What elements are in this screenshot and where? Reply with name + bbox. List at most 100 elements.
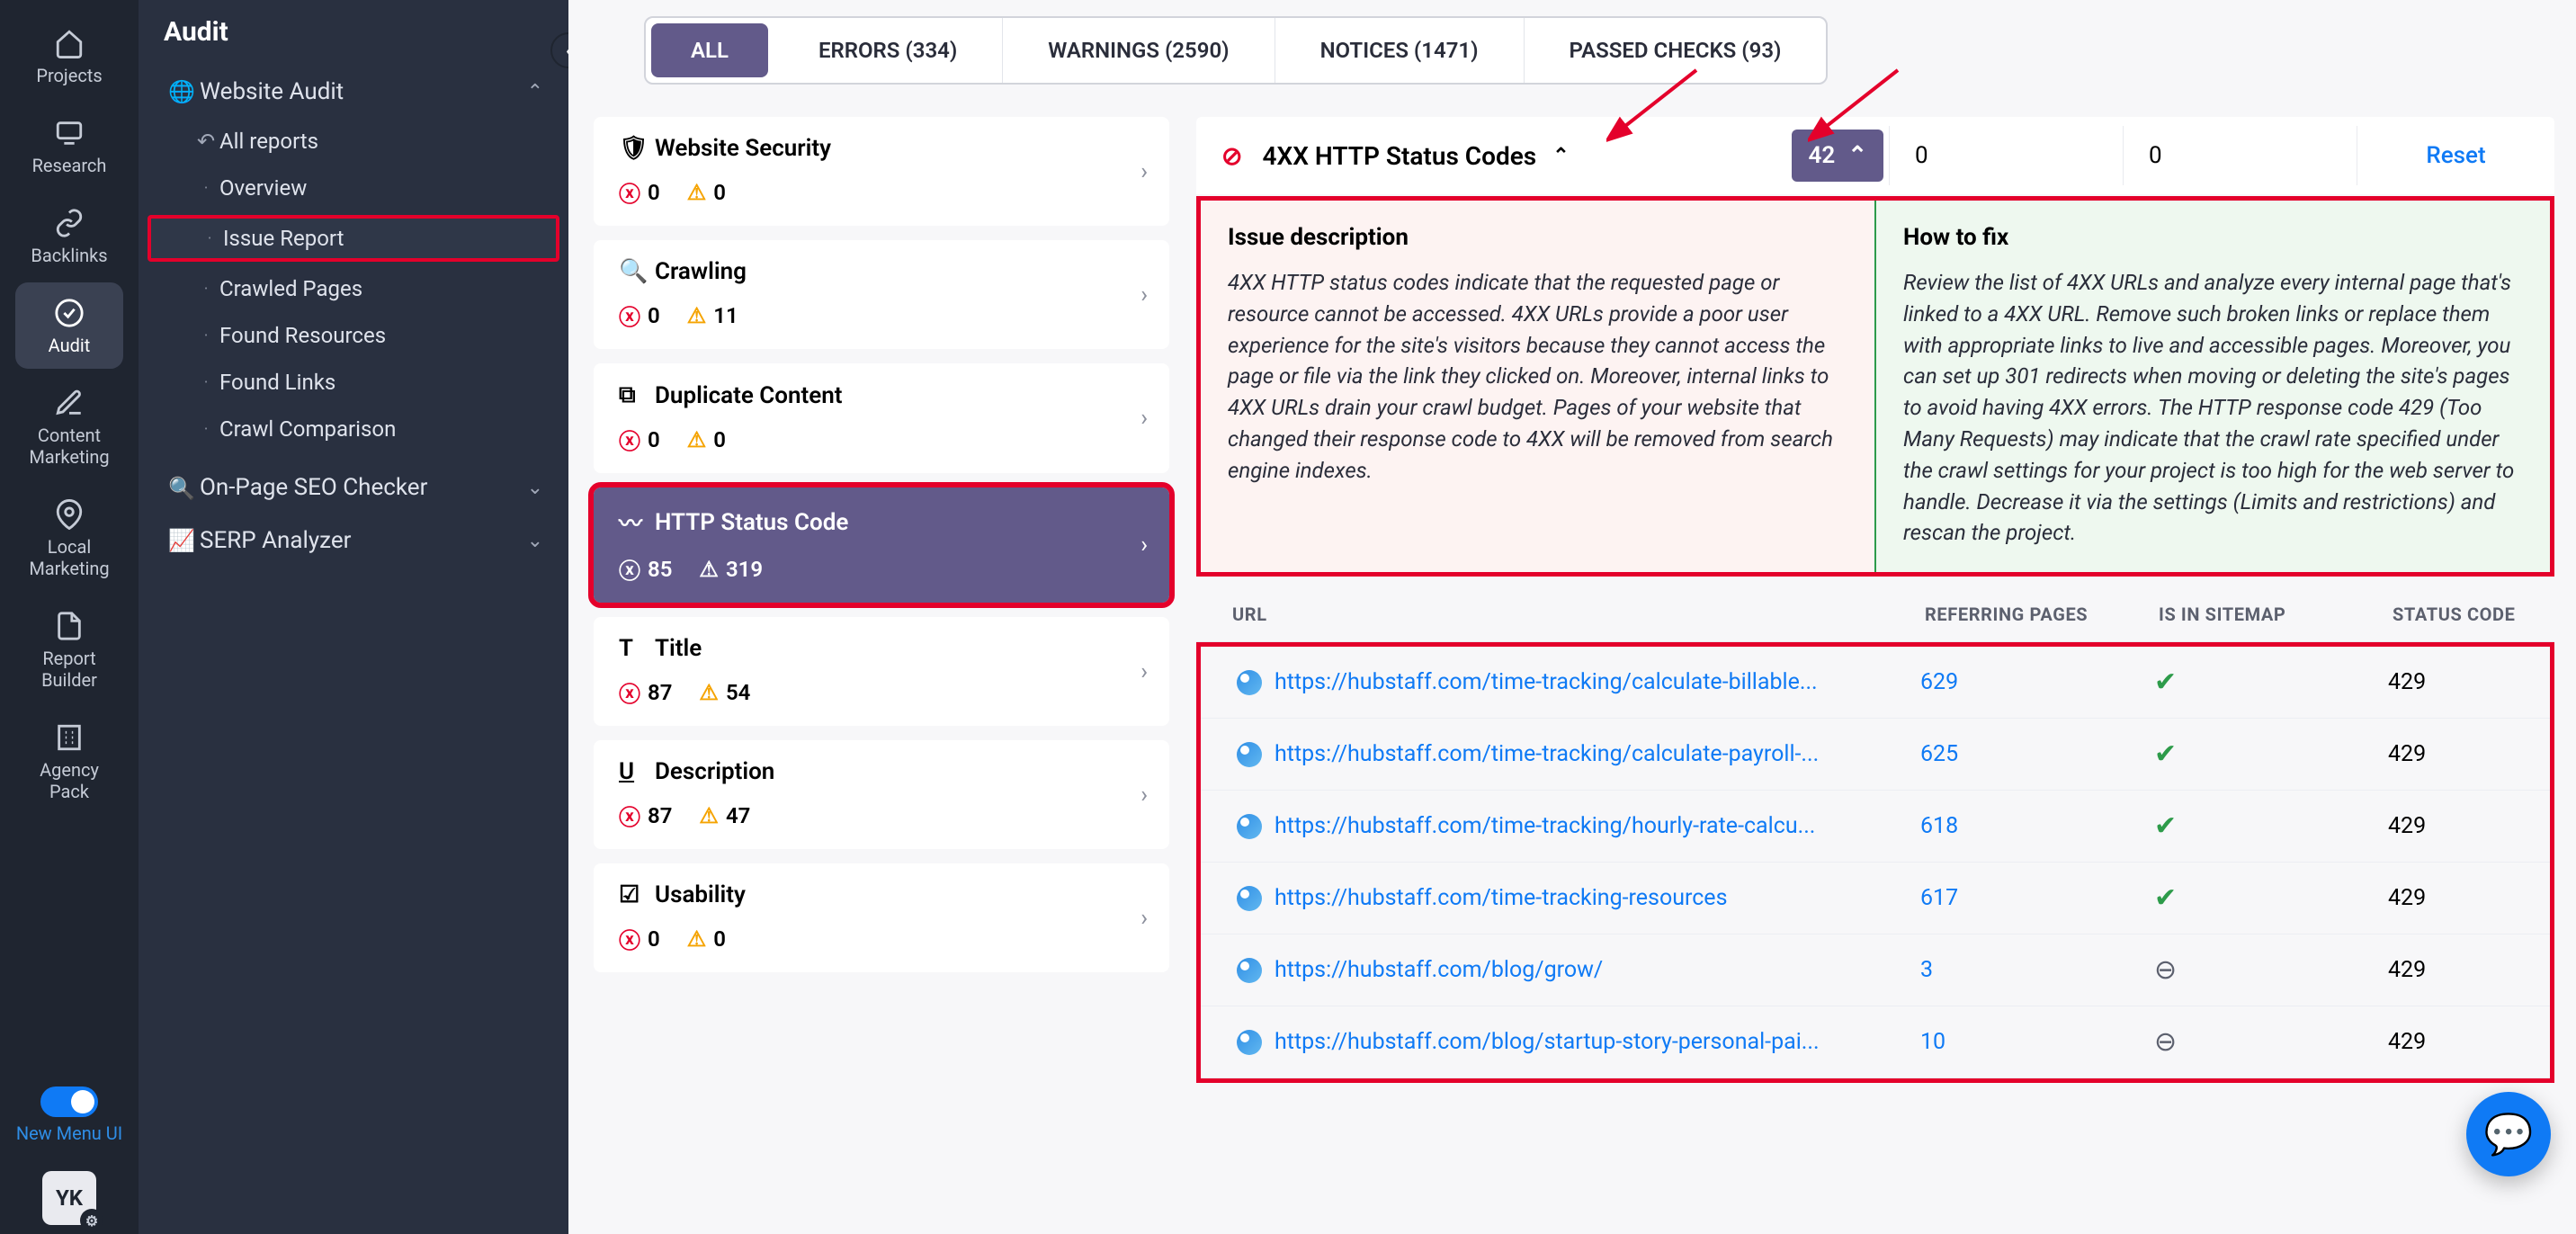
- chat-icon: 💬: [2484, 1111, 2534, 1158]
- col-status[interactable]: STATUS CODE: [2393, 604, 2554, 625]
- category-usability[interactable]: ☑Usability ⓧ0 ⚠0 ›: [594, 863, 1169, 972]
- category-label: Duplicate Content: [655, 382, 843, 409]
- category-label: Website Security: [655, 135, 831, 162]
- cell-url[interactable]: https://hubstaff.com/blog/grow/: [1201, 957, 1920, 983]
- filter-errors[interactable]: ERRORS (334): [774, 18, 1003, 83]
- table-row[interactable]: https://hubstaff.com/time-tracking/calcu…: [1201, 647, 2550, 719]
- user-avatar[interactable]: YK ⚙: [42, 1171, 96, 1225]
- fix-text: Review the list of 4XX URLs and analyze …: [1903, 267, 2523, 549]
- table-row[interactable]: https://hubstaff.com/blog/startup-story-…: [1201, 1006, 2550, 1078]
- category-label: Crawling: [655, 258, 747, 285]
- col-sitemap[interactable]: IS IN SITEMAP: [2159, 604, 2393, 625]
- check-circle-icon: ✔: [2154, 666, 2177, 698]
- filter-passed[interactable]: PASSED CHECKS (93): [1525, 18, 1827, 83]
- category-website-security[interactable]: 🛡Website Security ⓧ0 ⚠0 ›: [594, 117, 1169, 226]
- filter-all[interactable]: ALL: [651, 23, 768, 77]
- sidebar-section-onpage-seo[interactable]: 🔍 On-Page SEO Checker ⌄: [139, 461, 568, 514]
- section-label: SERP Analyzer: [200, 527, 527, 554]
- col-referring[interactable]: REFERRING PAGES: [1925, 604, 2159, 625]
- cell-referring[interactable]: 625: [1920, 741, 2154, 767]
- main-content: ALL ERRORS (334) WARNINGS (2590) NOTICES…: [568, 0, 2576, 1234]
- cell-url[interactable]: https://hubstaff.com/time-tracking/calcu…: [1201, 741, 1920, 767]
- rail-research[interactable]: Research: [15, 103, 123, 189]
- favicon-icon: [1237, 958, 1262, 983]
- issue-name-cell[interactable]: ⊘ 4XX HTTP Status Codes ⌃: [1196, 125, 1786, 187]
- category-label: Usability: [655, 881, 746, 908]
- filter-notices[interactable]: NOTICES (1471): [1275, 18, 1525, 83]
- cell-url[interactable]: https://hubstaff.com/time-tracking/hourl…: [1201, 813, 1920, 839]
- search-icon: 🔍: [619, 258, 655, 285]
- chat-fab[interactable]: 💬: [2466, 1092, 2551, 1176]
- sidebar-item-overview[interactable]: • Overview: [139, 165, 568, 211]
- sidebar-item-found-links[interactable]: • Found Links: [139, 359, 568, 406]
- warning-count: 54: [726, 680, 750, 705]
- bullet-icon: •: [192, 183, 219, 193]
- sidebar-item-label: Found Links: [219, 370, 335, 395]
- cell-referring[interactable]: 10: [1920, 1029, 2154, 1055]
- menu-toggle[interactable]: [40, 1086, 98, 1117]
- table-row[interactable]: https://hubstaff.com/time-tracking-resou…: [1201, 863, 2550, 934]
- warning-icon: ⚠: [687, 303, 707, 328]
- link-icon: [51, 205, 87, 241]
- sidebar-section-serp-analyzer[interactable]: 📈 SERP Analyzer ⌄: [139, 514, 568, 567]
- cell-referring[interactable]: 618: [1920, 813, 2154, 839]
- category-title[interactable]: TTitle ⓧ87 ⚠54 ›: [594, 617, 1169, 726]
- table-row[interactable]: https://hubstaff.com/time-tracking/hourl…: [1201, 791, 2550, 863]
- category-label: HTTP Status Code: [655, 509, 848, 536]
- sidebar-item-label: All reports: [219, 129, 318, 154]
- rail-agency-pack[interactable]: Agency Pack: [15, 707, 123, 815]
- table-row[interactable]: https://hubstaff.com/blog/grow/3⊖429: [1201, 934, 2550, 1006]
- warning-icon: ⚠: [699, 557, 719, 582]
- sidebar-section-website-audit[interactable]: 🌐 Website Audit ⌃: [139, 66, 568, 118]
- cell-sitemap: ⊖: [2154, 954, 2388, 986]
- error-count: 87: [648, 803, 672, 828]
- chevron-right-icon: ›: [1140, 405, 1148, 432]
- cell-referring[interactable]: 617: [1920, 885, 2154, 911]
- sidebar-item-crawled-pages[interactable]: • Crawled Pages: [139, 265, 568, 312]
- rail-backlinks[interactable]: Backlinks: [15, 192, 123, 279]
- category-crawling[interactable]: 🔍Crawling ⓧ0 ⚠11 ›: [594, 240, 1169, 349]
- error-count: 0: [648, 427, 660, 452]
- rail-local-marketing[interactable]: Local Marketing: [15, 484, 123, 592]
- sidebar-item-all-reports[interactable]: ↶ All reports: [139, 118, 568, 165]
- cell-url[interactable]: https://hubstaff.com/time-tracking/calcu…: [1201, 669, 1920, 695]
- cell-url[interactable]: https://hubstaff.com/time-tracking-resou…: [1201, 885, 1920, 911]
- col-url[interactable]: URL: [1196, 604, 1925, 625]
- warning-icon: ⚠: [699, 803, 719, 828]
- rail-projects[interactable]: Projects: [15, 13, 123, 99]
- category-description[interactable]: UDescription ⓧ87 ⚠47 ›: [594, 740, 1169, 849]
- sidebar-item-crawl-comparison[interactable]: • Crawl Comparison: [139, 406, 568, 452]
- issue-info-box: Issue description 4XX HTTP status codes …: [1196, 196, 2554, 577]
- rail-report-builder[interactable]: Report Builder: [15, 595, 123, 703]
- reset-button[interactable]: Reset: [2357, 126, 2554, 185]
- rail-label: Agency Pack: [21, 759, 118, 802]
- category-duplicate-content[interactable]: ⧉Duplicate Content ⓧ0 ⚠0 ›: [594, 363, 1169, 473]
- home-icon: [51, 25, 87, 61]
- bullet-icon: •: [192, 378, 219, 388]
- sidebar-item-issue-report[interactable]: • Issue Report: [148, 215, 559, 262]
- url-text: https://hubstaff.com/time-tracking/calcu…: [1275, 741, 1819, 767]
- chevron-right-icon: ›: [1140, 658, 1148, 685]
- cell-status: 429: [2388, 669, 2550, 695]
- check-circle-icon: [51, 295, 87, 331]
- chevron-right-icon: ›: [1140, 532, 1148, 559]
- error-count: 0: [648, 303, 660, 328]
- fix-title: How to fix: [1903, 224, 2523, 251]
- rail-content-marketing[interactable]: Content Marketing: [15, 372, 123, 480]
- toggle-label: New Menu UI: [16, 1122, 122, 1144]
- issue-count-pill[interactable]: 42 ⌃: [1792, 130, 1883, 182]
- chevron-down-icon: ⌄: [527, 477, 543, 499]
- cell-referring[interactable]: 629: [1920, 669, 2154, 695]
- issue-count: 42: [1808, 142, 1835, 169]
- cell-url[interactable]: https://hubstaff.com/blog/startup-story-…: [1201, 1029, 1920, 1055]
- sidebar-item-label: Issue Report: [223, 226, 344, 251]
- cell-referring[interactable]: 3: [1920, 957, 2154, 983]
- rail-audit[interactable]: Audit: [15, 282, 123, 369]
- rail-label: Audit: [49, 335, 91, 356]
- sidebar-item-found-resources[interactable]: • Found Resources: [139, 312, 568, 359]
- table-row[interactable]: https://hubstaff.com/time-tracking/calcu…: [1201, 719, 2550, 791]
- sidebar-item-label: Overview: [219, 175, 307, 201]
- error-count: 85: [648, 557, 672, 582]
- category-http-status[interactable]: 〰HTTP Status Code ⓧ85 ⚠319 ›: [594, 487, 1169, 603]
- filter-warnings[interactable]: WARNINGS (2590): [1003, 18, 1275, 83]
